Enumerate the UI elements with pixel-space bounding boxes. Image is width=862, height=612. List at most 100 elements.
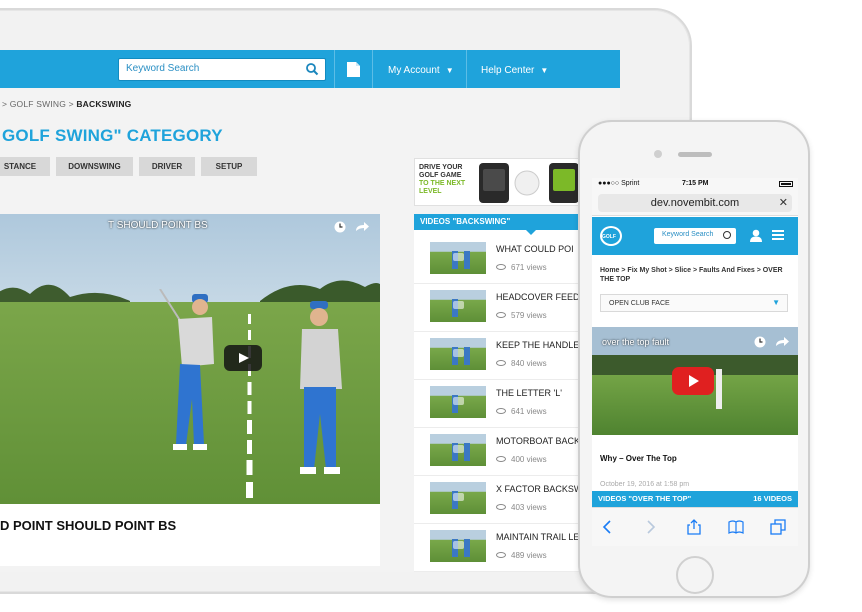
- video-title[interactable]: HEADCOVER FEED: [496, 292, 580, 302]
- user-icon[interactable]: [750, 229, 762, 242]
- eye-icon: [496, 408, 506, 414]
- help-center-label: Help Center: [481, 65, 535, 76]
- breadcrumb-path[interactable]: > GOLF SWING >: [2, 99, 74, 109]
- tabs-icon[interactable]: [770, 519, 786, 535]
- mobile-search-input[interactable]: Keyword Search: [654, 228, 736, 244]
- chevron-down-icon: ▼: [445, 66, 454, 75]
- tab-stance[interactable]: STANCE: [0, 157, 50, 176]
- share-icon: [356, 222, 369, 231]
- view-count: 579 views: [496, 311, 547, 320]
- tablet-screen: Keyword Search My Account ▼ Help Center …: [0, 50, 620, 572]
- battery-icon: [779, 181, 793, 187]
- view-count-text: 400 views: [511, 455, 547, 464]
- video-title[interactable]: MAINTAIN TRAIL LE: [496, 532, 579, 542]
- nav-divider: [372, 50, 373, 88]
- clock-label: 7:15 PM: [682, 180, 709, 187]
- home-button[interactable]: [676, 556, 714, 594]
- video-thumbnail[interactable]: [430, 482, 486, 514]
- eye-icon: [496, 504, 506, 510]
- eye-icon: [496, 312, 506, 318]
- golfer-figure: [716, 369, 722, 409]
- golf-instructor: [300, 301, 342, 474]
- video-thumbnail[interactable]: [430, 338, 486, 370]
- video-thumbnail[interactable]: [430, 290, 486, 322]
- status-bar: ●●●○○ Sprint 7:15 PM: [592, 178, 798, 191]
- search-input[interactable]: Keyword Search: [118, 58, 326, 81]
- back-icon[interactable]: [600, 519, 616, 535]
- nav-divider: [334, 50, 335, 88]
- alignment-line: [246, 314, 253, 498]
- view-count-text: 840 views: [511, 359, 547, 368]
- mobile-related-header: VIDEOS "OVER THE TOP" 16 VIDEOS: [592, 491, 798, 507]
- url-field[interactable]: dev.novembit.com: [598, 194, 792, 212]
- video-title[interactable]: WHAT COULD POI: [496, 244, 574, 254]
- eye-icon: [496, 552, 506, 558]
- tab-downswing[interactable]: DOWNSWING: [56, 157, 133, 176]
- front-camera: [654, 150, 662, 158]
- view-count-text: 403 views: [511, 503, 547, 512]
- related-header-title: VIDEOS "OVER THE TOP": [598, 494, 692, 503]
- promo-line: GOLF GAME: [419, 172, 462, 179]
- earpiece-speaker: [678, 152, 712, 157]
- fault-select[interactable]: OPEN CLUB FACE ▼: [600, 294, 788, 312]
- video-thumbnail[interactable]: [430, 530, 486, 562]
- play-icon: [689, 375, 699, 387]
- nav-divider: [466, 50, 467, 88]
- close-icon[interactable]: ✕: [779, 194, 788, 212]
- my-account-label: My Account: [388, 65, 440, 76]
- share-icon[interactable]: [686, 519, 702, 535]
- phone-device: ●●●○○ Sprint 7:15 PM dev.novembit.com ✕ …: [578, 120, 810, 598]
- chevron-down-icon: ▼: [540, 66, 549, 75]
- video-controls: [334, 221, 369, 233]
- tab-driver[interactable]: DRIVER: [139, 157, 195, 176]
- view-count: 403 views: [496, 503, 547, 512]
- video-title[interactable]: KEEP THE HANDLE: [496, 340, 579, 350]
- post-date: October 19, 2016 at 1:58 pm: [600, 481, 690, 488]
- mobile-video-player[interactable]: over the top fault: [592, 327, 798, 435]
- mobile-video-caption: Why – Over The Top: [600, 454, 677, 463]
- view-count: 400 views: [496, 455, 547, 464]
- document-icon[interactable]: [347, 62, 360, 77]
- menu-icon[interactable]: [772, 230, 784, 240]
- mobile-search-placeholder: Keyword Search: [662, 231, 714, 238]
- video-title[interactable]: MOTORBOAT BACK: [496, 436, 580, 446]
- view-count-text: 671 views: [511, 263, 547, 272]
- breadcrumb: > GOLF SWING > BACKSWING: [2, 99, 132, 109]
- video-title[interactable]: X FACTOR BACKSW: [496, 484, 582, 494]
- my-account-menu[interactable]: My Account ▼: [388, 65, 454, 76]
- eye-icon: [496, 456, 506, 462]
- mobile-breadcrumb[interactable]: Home > Fix My Shot > Slice > Faults And …: [600, 266, 790, 284]
- tab-setup[interactable]: SETUP: [201, 157, 257, 176]
- view-count: 489 views: [496, 551, 547, 560]
- main-video-player[interactable]: T SHOULD POINT BS: [0, 214, 380, 504]
- forward-icon[interactable]: [642, 519, 658, 535]
- search-icon[interactable]: [305, 62, 319, 76]
- promo-line: TO THE NEXT: [419, 180, 466, 187]
- view-count-text: 489 views: [511, 551, 547, 560]
- mobile-site-header: GOLF Keyword Search: [592, 217, 798, 255]
- search-icon[interactable]: [723, 231, 731, 239]
- logo-text: GOLF: [602, 234, 616, 240]
- page-title: GOLF SWING" CATEGORY: [2, 126, 223, 145]
- video-title: T SHOULD POINT BS: [108, 220, 208, 231]
- browser-address-bar: dev.novembit.com ✕: [592, 191, 798, 216]
- mobile-video-title: over the top fault: [602, 337, 670, 347]
- view-count: 641 views: [496, 407, 547, 416]
- clock-icon: [754, 336, 766, 348]
- help-center-menu[interactable]: Help Center ▼: [481, 65, 548, 76]
- search-placeholder: Keyword Search: [126, 63, 200, 74]
- browser-toolbar: [592, 507, 798, 546]
- play-button[interactable]: [224, 345, 262, 371]
- carrier-label: ●●●○○ Sprint: [598, 180, 640, 187]
- chevron-down-icon: ▼: [772, 298, 780, 307]
- video-thumbnail[interactable]: [430, 386, 486, 418]
- video-thumbnail[interactable]: [430, 242, 486, 274]
- video-thumbnail[interactable]: [430, 434, 486, 466]
- video-title[interactable]: THE LETTER 'L': [496, 388, 562, 398]
- bookmarks-icon[interactable]: [728, 519, 744, 535]
- youtube-play-button[interactable]: [672, 367, 714, 395]
- eye-icon: [496, 360, 506, 366]
- promo-line: LEVEL: [419, 188, 442, 195]
- header-pointer: [526, 230, 536, 235]
- promo-text: DRIVE YOUR GOLF GAME TO THE NEXT LEVEL: [419, 164, 475, 196]
